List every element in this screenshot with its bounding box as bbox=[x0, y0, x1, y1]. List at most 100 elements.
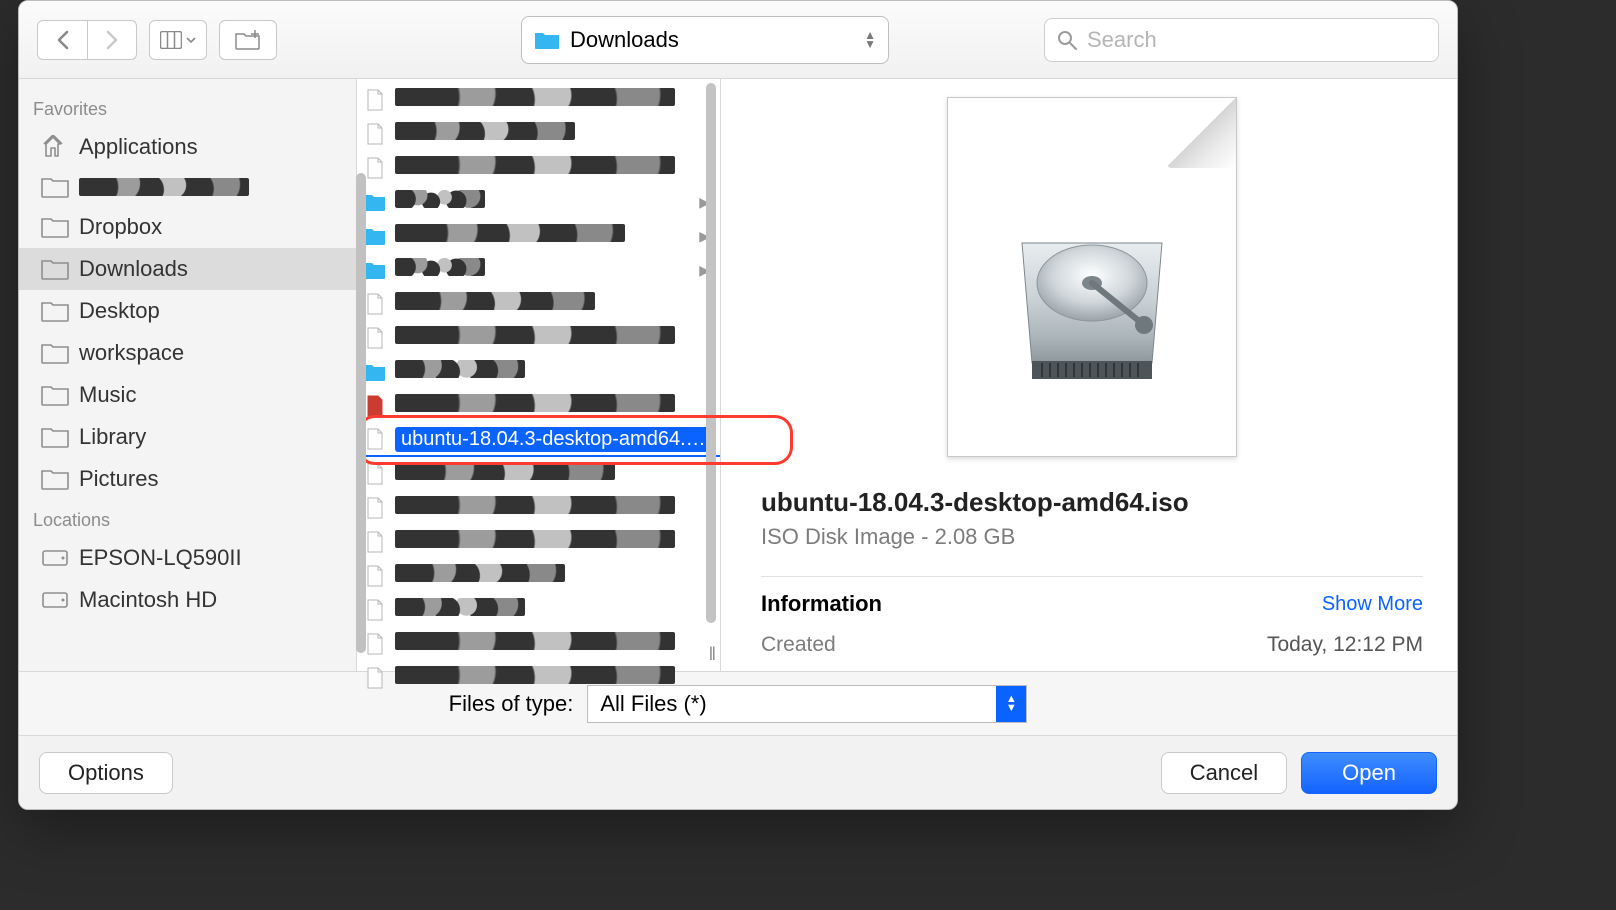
open-file-dialog: Downloads ▲▼ FavoritesApplicationsDropbo… bbox=[18, 0, 1458, 810]
file-type-bar: Files of type: All Files (*) ▲▼ bbox=[19, 671, 1457, 735]
scrollbar-thumb[interactable] bbox=[706, 83, 716, 623]
file-row[interactable]: ▶ bbox=[357, 219, 720, 253]
dialog-body: FavoritesApplicationsDropboxDownloadsDes… bbox=[19, 79, 1457, 671]
redacted-text bbox=[79, 178, 249, 196]
file-row[interactable] bbox=[357, 355, 720, 389]
sidebar-item[interactable]: EPSON-LQ590II bbox=[19, 537, 356, 579]
sidebar-item-label: workspace bbox=[79, 340, 184, 366]
redacted-text bbox=[395, 564, 565, 582]
file-row[interactable]: ▶ bbox=[357, 253, 720, 287]
preview-subtitle: ISO Disk Image - 2.08 GB bbox=[761, 524, 1423, 550]
file-row[interactable] bbox=[357, 593, 720, 627]
file-name bbox=[395, 156, 714, 180]
file-row[interactable] bbox=[357, 321, 720, 355]
file-row[interactable] bbox=[357, 457, 720, 491]
sidebar-item[interactable]: Dropbox bbox=[19, 206, 356, 248]
file-name bbox=[395, 530, 714, 554]
sidebar-item[interactable]: Pictures bbox=[19, 458, 356, 500]
file-list-column: ‖ ▶▶▶ubuntu-18.04.3-desktop-amd64.iso bbox=[357, 79, 721, 671]
info-section-title: Information bbox=[761, 591, 882, 617]
file-row[interactable] bbox=[357, 117, 720, 151]
file-row[interactable] bbox=[357, 559, 720, 593]
search-field[interactable] bbox=[1044, 18, 1439, 62]
show-more-button[interactable]: Show More bbox=[1322, 593, 1423, 616]
chevron-down-icon bbox=[186, 36, 196, 44]
sidebar-item-label: Macintosh HD bbox=[79, 587, 217, 613]
file-name: ubuntu-18.04.3-desktop-amd64.iso bbox=[395, 427, 714, 452]
sidebar-item-label: Applications bbox=[79, 134, 198, 160]
column-resize-handle[interactable]: ‖ bbox=[709, 644, 718, 665]
forward-button[interactable] bbox=[87, 20, 137, 60]
folder-icon bbox=[534, 30, 560, 50]
sidebar-item-label: Music bbox=[79, 382, 136, 408]
search-input[interactable] bbox=[1087, 27, 1426, 53]
file-name bbox=[395, 564, 714, 588]
redacted-text bbox=[395, 156, 675, 174]
sidebar-item[interactable]: workspace bbox=[19, 332, 356, 374]
file-row[interactable]: ubuntu-18.04.3-desktop-amd64.iso bbox=[357, 423, 720, 457]
file-row[interactable] bbox=[357, 491, 720, 525]
location-popup[interactable]: Downloads ▲▼ bbox=[521, 16, 889, 64]
view-mode-button[interactable] bbox=[149, 20, 207, 60]
sidebar-item-label: Desktop bbox=[79, 298, 160, 324]
file-name bbox=[395, 598, 714, 622]
location-label: Downloads bbox=[570, 27, 679, 53]
file-row[interactable] bbox=[357, 389, 720, 423]
info-rows: CreatedToday, 12:12 PM bbox=[761, 629, 1423, 657]
hard-drive-icon bbox=[1012, 213, 1172, 383]
redacted-text bbox=[395, 292, 595, 310]
file-name bbox=[395, 496, 714, 520]
sidebar-item-label: Library bbox=[79, 424, 146, 450]
file-row[interactable] bbox=[357, 83, 720, 117]
file-name bbox=[395, 666, 714, 690]
sidebar-item[interactable]: Desktop bbox=[19, 290, 356, 332]
file-row[interactable] bbox=[357, 627, 720, 661]
redacted-text bbox=[395, 224, 625, 242]
redacted-text bbox=[395, 530, 675, 548]
open-button[interactable]: Open bbox=[1301, 752, 1437, 794]
file-row[interactable] bbox=[357, 287, 720, 321]
scrollbar[interactable] bbox=[702, 83, 720, 649]
file-name bbox=[395, 394, 714, 418]
new-folder-button[interactable] bbox=[219, 20, 277, 60]
sidebar-item-label: Dropbox bbox=[79, 214, 162, 240]
redacted-text bbox=[395, 88, 675, 106]
redacted-text bbox=[395, 462, 615, 480]
search-icon bbox=[1057, 30, 1077, 50]
sidebar-item[interactable]: Applications bbox=[19, 126, 356, 168]
toolbar: Downloads ▲▼ bbox=[19, 1, 1457, 79]
options-button[interactable]: Options bbox=[39, 752, 173, 794]
redacted-text bbox=[395, 258, 485, 276]
back-button[interactable] bbox=[37, 20, 87, 60]
sidebar: FavoritesApplicationsDropboxDownloadsDes… bbox=[19, 79, 357, 671]
file-name bbox=[395, 190, 691, 214]
chevron-left-icon bbox=[55, 30, 71, 50]
chevron-right-icon bbox=[104, 30, 120, 50]
sidebar-item[interactable]: Library bbox=[19, 416, 356, 458]
file-row[interactable]: ▶ bbox=[357, 185, 720, 219]
sidebar-item[interactable]: Macintosh HD bbox=[19, 579, 356, 621]
file-name bbox=[395, 360, 714, 384]
file-row[interactable] bbox=[357, 661, 720, 695]
columns-icon bbox=[160, 31, 182, 49]
file-row[interactable] bbox=[357, 525, 720, 559]
redacted-text bbox=[395, 360, 525, 378]
redacted-text bbox=[395, 326, 675, 344]
sidebar-item[interactable]: Music bbox=[19, 374, 356, 416]
redacted-text bbox=[395, 122, 575, 140]
redacted-text bbox=[395, 394, 675, 412]
sidebar-item[interactable] bbox=[19, 168, 356, 206]
combobox-arrows-icon: ▲▼ bbox=[996, 686, 1026, 722]
sidebar-item-label: EPSON-LQ590II bbox=[79, 545, 242, 571]
preview-thumbnail bbox=[947, 97, 1237, 457]
sidebar-item-label: Downloads bbox=[79, 256, 188, 282]
info-section-header: Information Show More bbox=[761, 576, 1423, 617]
file-row[interactable] bbox=[357, 151, 720, 185]
cancel-button[interactable]: Cancel bbox=[1161, 752, 1287, 794]
file-name bbox=[395, 258, 691, 282]
info-key: Created bbox=[761, 633, 836, 657]
sidebar-item[interactable]: Downloads bbox=[19, 248, 356, 290]
file-name bbox=[395, 88, 714, 112]
preview-pane: ubuntu-18.04.3-desktop-amd64.iso ISO Dis… bbox=[721, 79, 1457, 671]
file-name bbox=[395, 292, 714, 316]
